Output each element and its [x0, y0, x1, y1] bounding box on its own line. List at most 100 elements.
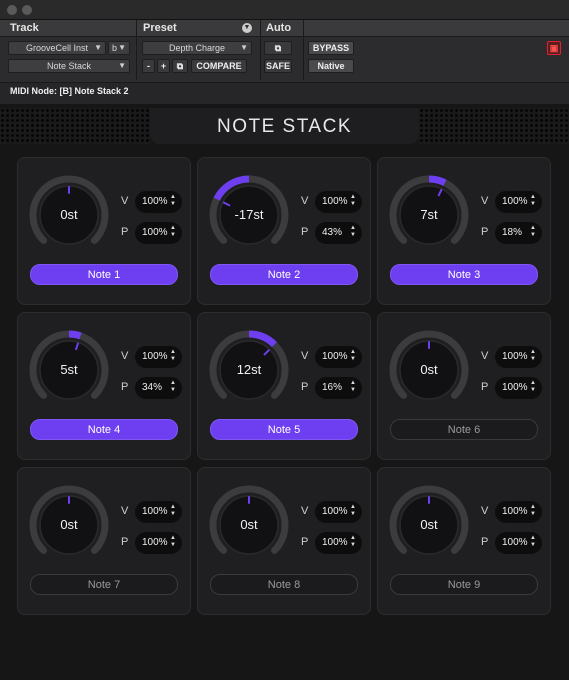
copy-settings-button[interactable]: ⧉ — [172, 59, 188, 73]
plugin-title-plate: NOTE STACK — [150, 108, 419, 144]
velocity-field[interactable]: 100% ▲ ▼ — [315, 191, 362, 213]
probability-field[interactable]: 100% ▲ ▼ — [135, 222, 182, 244]
record-enable-button[interactable]: ▣ — [547, 41, 561, 55]
pitch-knob[interactable]: 0st — [206, 482, 292, 568]
stepper-arrows-icon[interactable]: ▲ ▼ — [170, 535, 176, 549]
stepper-arrows-icon[interactable]: ▲ ▼ — [170, 380, 176, 394]
stepper-arrows-icon[interactable]: ▲ ▼ — [530, 380, 536, 394]
note-toggle-button[interactable]: Note 3 — [390, 264, 538, 285]
velocity-field[interactable]: 100% ▲ ▼ — [135, 501, 182, 523]
note-cell: -17st V 100% ▲ ▼ P 43% ▲ ▼ Note 2 — [197, 157, 371, 305]
pitch-knob[interactable]: 0st — [26, 172, 112, 258]
speaker-grille-left — [0, 108, 150, 144]
compare-button[interactable]: COMPARE — [191, 59, 247, 73]
velocity-field[interactable]: 100% ▲ ▼ — [315, 346, 362, 368]
stepper-arrows-icon[interactable]: ▲ ▼ — [530, 194, 536, 208]
preset-next-button[interactable]: + — [157, 59, 170, 73]
stepper-arrows-icon[interactable]: ▲ ▼ — [350, 380, 356, 394]
preset-select[interactable]: Depth Charge ▼ — [142, 41, 252, 55]
probability-field[interactable]: 43% ▲ ▼ — [315, 222, 362, 244]
velocity-field[interactable]: 100% ▲ ▼ — [495, 501, 542, 523]
header-divider — [260, 20, 261, 80]
note-toggle-button[interactable]: Note 1 — [30, 264, 178, 285]
probability-value: 16% — [322, 382, 343, 393]
preset-select-value: Depth Charge — [168, 43, 226, 53]
velocity-value: 100% — [502, 506, 528, 517]
plugin-title: NOTE STACK — [217, 116, 352, 137]
stepper-arrows-icon[interactable]: ▲ ▼ — [350, 535, 356, 549]
pitch-knob[interactable]: -17st — [206, 172, 292, 258]
stepper-arrows-icon[interactable]: ▲ ▼ — [530, 225, 536, 239]
record-icon: ▣ — [549, 43, 559, 53]
chevron-down-icon: ▼ — [94, 43, 102, 52]
velocity-field[interactable]: 100% ▲ ▼ — [495, 191, 542, 213]
pitch-knob[interactable]: 5st — [26, 327, 112, 413]
track-letter-select[interactable]: b ▼ — [108, 41, 130, 55]
stepper-arrows-icon[interactable]: ▲ ▼ — [170, 225, 176, 239]
note-toggle-button[interactable]: Note 6 — [390, 419, 538, 440]
note-cell: 0st V 100% ▲ ▼ P 100% ▲ ▼ Note 9 — [377, 467, 551, 615]
probability-value: 43% — [322, 227, 343, 238]
stepper-arrows-icon[interactable]: ▲ ▼ — [530, 349, 536, 363]
velocity-value: 100% — [142, 351, 168, 362]
probability-label: P — [301, 381, 309, 393]
insert-select[interactable]: Note Stack ▼ — [8, 59, 130, 73]
pitch-knob[interactable]: 12st — [206, 327, 292, 413]
pitch-knob[interactable]: 0st — [386, 482, 472, 568]
stepper-arrows-icon[interactable]: ▲ ▼ — [170, 194, 176, 208]
pitch-knob[interactable]: 7st — [386, 172, 472, 258]
velocity-value: 100% — [502, 351, 528, 362]
minimize-window-icon[interactable] — [22, 5, 32, 15]
probability-value: 100% — [142, 537, 168, 548]
automation-button[interactable]: ⧉ — [264, 41, 292, 55]
preset-previous-button[interactable]: - — [142, 59, 155, 73]
velocity-field[interactable]: 100% ▲ ▼ — [315, 501, 362, 523]
midi-node-label: MIDI Node: [B] Note Stack 2 — [10, 86, 129, 96]
note-toggle-button[interactable]: Note 2 — [210, 264, 358, 285]
probability-field[interactable]: 34% ▲ ▼ — [135, 377, 182, 399]
track-select[interactable]: GrooveCell Inst ▼ — [8, 41, 106, 55]
stepper-arrows-icon[interactable]: ▲ ▼ — [530, 504, 536, 518]
chevron-down-icon: ▼ — [240, 43, 248, 52]
stepper-arrows-icon[interactable]: ▲ ▼ — [350, 504, 356, 518]
probability-field[interactable]: 100% ▲ ▼ — [495, 532, 542, 554]
note-toggle-button[interactable]: Note 4 — [30, 419, 178, 440]
probability-value: 34% — [142, 382, 163, 393]
probability-field[interactable]: 100% ▲ ▼ — [495, 377, 542, 399]
velocity-label: V — [481, 350, 489, 362]
note-toggle-button[interactable]: Note 8 — [210, 574, 358, 595]
probability-field[interactable]: 16% ▲ ▼ — [315, 377, 362, 399]
preset-menu-icon[interactable]: ▼ — [242, 23, 252, 33]
probability-label: P — [481, 536, 489, 548]
pitch-value: 0st — [240, 517, 258, 532]
stepper-arrows-icon[interactable]: ▲ ▼ — [170, 504, 176, 518]
velocity-field[interactable]: 100% ▲ ▼ — [495, 346, 542, 368]
pitch-knob[interactable]: 0st — [386, 327, 472, 413]
stepper-arrows-icon[interactable]: ▲ ▼ — [530, 535, 536, 549]
pitch-knob[interactable]: 0st — [26, 482, 112, 568]
probability-field[interactable]: 100% ▲ ▼ — [315, 532, 362, 554]
header-divider — [136, 20, 137, 80]
velocity-value: 100% — [322, 506, 348, 517]
velocity-field[interactable]: 100% ▲ ▼ — [135, 191, 182, 213]
stepper-arrows-icon[interactable]: ▲ ▼ — [350, 349, 356, 363]
auto-heading: Auto — [266, 22, 292, 34]
note-toggle-button[interactable]: Note 7 — [30, 574, 178, 595]
probability-field[interactable]: 18% ▲ ▼ — [495, 222, 542, 244]
stepper-arrows-icon[interactable]: ▲ ▼ — [350, 225, 356, 239]
note-cell: 0st V 100% ▲ ▼ P 100% ▲ ▼ Note 7 — [17, 467, 191, 615]
note-toggle-button[interactable]: Note 5 — [210, 419, 358, 440]
stepper-arrows-icon[interactable]: ▲ ▼ — [350, 194, 356, 208]
stepper-arrows-icon[interactable]: ▲ ▼ — [170, 349, 176, 363]
probability-label: P — [121, 536, 129, 548]
probability-value: 100% — [502, 537, 528, 548]
velocity-field[interactable]: 100% ▲ ▼ — [135, 346, 182, 368]
note-toggle-button[interactable]: Note 9 — [390, 574, 538, 595]
pitch-value: 0st — [420, 517, 438, 532]
bypass-button[interactable]: BYPASS — [308, 41, 354, 55]
probability-field[interactable]: 100% ▲ ▼ — [135, 532, 182, 554]
probability-value: 100% — [502, 382, 528, 393]
safe-button[interactable]: SAFE — [264, 59, 292, 73]
close-window-icon[interactable] — [7, 5, 17, 15]
native-button[interactable]: Native — [308, 59, 354, 73]
